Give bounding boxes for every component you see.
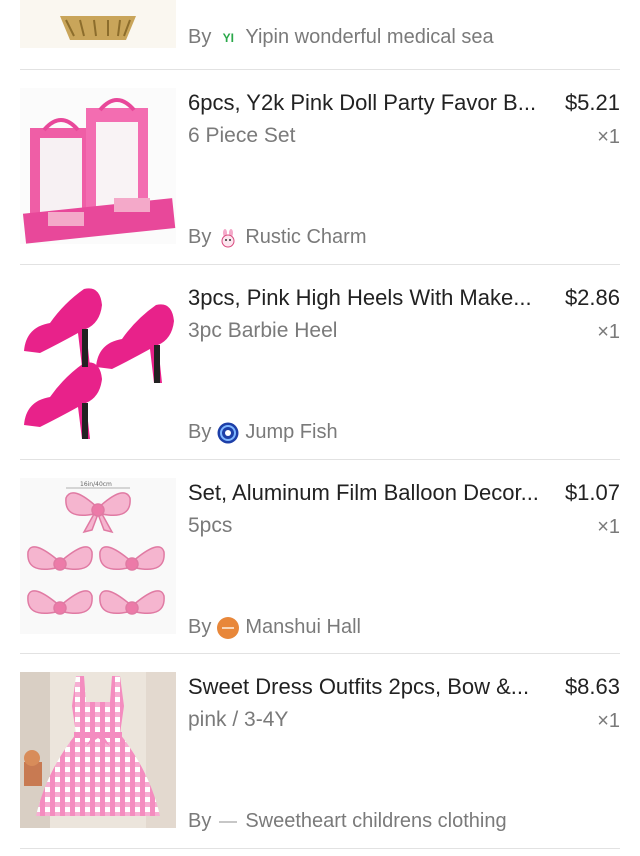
bow-balloons-thumb[interactable]: 16in/40cm <box>20 478 176 634</box>
by-label: By <box>188 226 212 248</box>
product-variant[interactable]: pink / 3-4Y <box>188 708 288 732</box>
yipin-logo-icon: YI <box>222 30 235 45</box>
list-item[interactable]: Sweet Dress Outfits 2pcs, Bow &... $8.63… <box>0 654 640 848</box>
product-price: $8.63 <box>564 674 620 699</box>
product-title[interactable]: Sweet Dress Outfits 2pcs, Bow &... <box>188 674 548 700</box>
divider <box>20 848 620 849</box>
swirl-logo-icon <box>217 422 239 444</box>
product-title[interactable]: Set, Aluminum Film Balloon Decor... <box>188 480 548 506</box>
seller-info[interactable]: By Jump Fish <box>188 421 338 444</box>
list-item[interactable]: 6pcs, Y2k Pink Doll Party Favor B... $5.… <box>0 70 640 264</box>
seller-name: Rustic Charm <box>245 226 367 248</box>
bunny-logo-icon <box>217 227 239 249</box>
seller-info[interactable]: By Sweetheart childrens clothing <box>188 810 507 833</box>
by-label: By <box>188 616 212 638</box>
orange-circle-logo-icon <box>217 616 240 639</box>
product-variant[interactable]: 3pc Barbie Heel <box>188 319 337 343</box>
seller-name: Sweetheart childrens clothing <box>245 810 507 832</box>
list-item[interactable]: 16in/40cm Set, Aluminum Film Balloon Dec <box>0 460 640 654</box>
product-title[interactable]: 6pcs, Y2k Pink Doll Party Favor B... <box>188 90 548 116</box>
product-price: $1.07 <box>564 480 620 505</box>
product-price: $2.86 <box>564 285 620 310</box>
seller-info[interactable]: By Manshui Hall <box>188 616 361 639</box>
by-label: By <box>188 26 212 48</box>
product-quantity: ×1 <box>597 710 620 732</box>
product-thumbnail[interactable] <box>20 0 176 48</box>
product-title[interactable]: 3pcs, Pink High Heels With Make... <box>188 285 548 311</box>
pink-heels-thumb[interactable] <box>20 283 176 439</box>
seller-name: Yipin wonderful medical sea <box>245 26 494 48</box>
dash-logo-icon <box>217 811 239 833</box>
product-variant[interactable]: 6 Piece Set <box>188 124 295 148</box>
gingham-dress-thumb[interactable] <box>20 672 176 828</box>
list-item-partial[interactable]: By YI Yipin wonderful medical sea <box>0 0 640 70</box>
pink-boxes-thumb[interactable] <box>20 88 176 244</box>
product-quantity: ×1 <box>597 321 620 343</box>
seller-name: Manshui Hall <box>245 616 361 638</box>
svg-text:16in/40cm: 16in/40cm <box>80 481 112 488</box>
product-variant[interactable]: 5pcs <box>188 514 232 538</box>
seller-info[interactable]: By YI Yipin wonderful medical sea <box>188 26 494 49</box>
product-price: $5.21 <box>564 90 620 115</box>
seller-name: Jump Fish <box>245 421 338 443</box>
product-quantity: ×1 <box>597 126 620 148</box>
by-label: By <box>188 421 212 443</box>
product-quantity: ×1 <box>597 516 620 538</box>
by-label: By <box>188 810 212 832</box>
list-item[interactable]: 3pcs, Pink High Heels With Make... $2.86… <box>0 265 640 459</box>
seller-info[interactable]: By Rustic Charm <box>188 226 366 249</box>
